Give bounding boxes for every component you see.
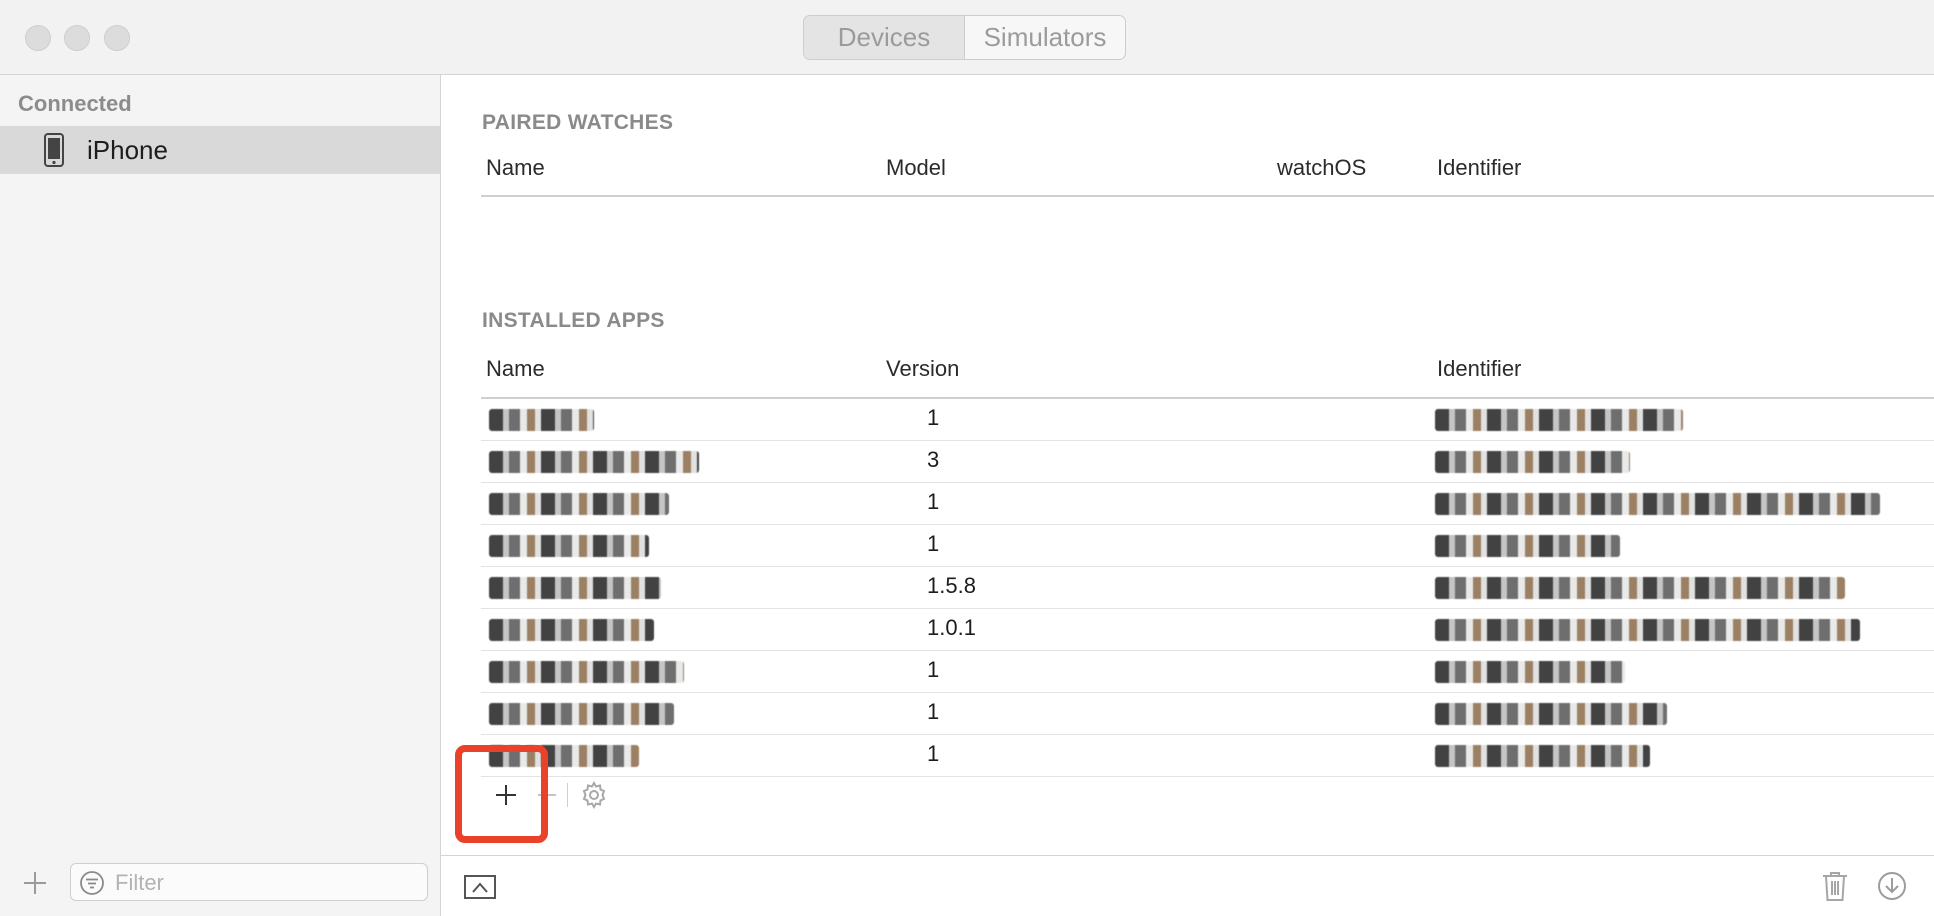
app-identifier-redacted — [1435, 451, 1630, 473]
app-identifier-redacted — [1435, 577, 1845, 599]
watches-col-model[interactable]: Model — [886, 155, 946, 181]
app-version: 1 — [927, 699, 940, 724]
app-identifier-redacted — [1435, 661, 1625, 683]
app-name-redacted — [489, 703, 674, 725]
filter-input[interactable] — [113, 866, 417, 900]
table-row[interactable]: 1 — [481, 525, 1934, 567]
tab-devices[interactable]: Devices — [804, 16, 965, 59]
table-row[interactable]: 1.5.8 — [481, 567, 1934, 609]
app-name-redacted — [489, 661, 684, 683]
toolbar-separator — [567, 783, 568, 807]
app-version: 1.0.1 — [927, 615, 976, 640]
app-name-redacted — [489, 577, 661, 599]
tab-simulators[interactable]: Simulators — [965, 16, 1125, 59]
device-filter-field — [70, 863, 428, 901]
app-settings-button[interactable] — [572, 775, 616, 815]
app-version: 1 — [927, 741, 940, 766]
app-identifier-redacted — [1435, 493, 1880, 515]
installed-apps-title: INSTALLED APPS — [482, 309, 665, 332]
minimize-window-button[interactable] — [64, 25, 90, 51]
gear-icon — [582, 781, 606, 809]
app-version: 3 — [927, 447, 940, 472]
table-row[interactable]: 1 — [481, 693, 1934, 735]
apps-col-name[interactable]: Name — [486, 356, 545, 382]
app-identifier-redacted — [1435, 619, 1860, 641]
table-row[interactable]: 1 — [481, 483, 1934, 525]
apps-col-version[interactable]: Version — [886, 356, 959, 382]
app-version: 1 — [927, 657, 940, 682]
app-name-redacted — [489, 409, 594, 431]
sidebar-item-label: iPhone — [87, 134, 168, 165]
table-row[interactable]: 1.0.1 — [481, 609, 1934, 651]
filter-icon — [80, 871, 104, 895]
app-version: 1 — [927, 531, 940, 556]
sidebar-section-connected: Connected — [18, 91, 132, 116]
app-version: 1.5.8 — [927, 573, 976, 598]
app-identifier-redacted — [1435, 409, 1683, 431]
zoom-window-button[interactable] — [104, 25, 130, 51]
device-detail-pane: PAIRED WATCHES Name Model watchOS Identi… — [441, 75, 1934, 855]
app-version: 1 — [927, 489, 940, 514]
app-name-redacted — [489, 451, 699, 473]
close-window-button[interactable] — [25, 25, 51, 51]
table-row[interactable]: 3 — [481, 441, 1934, 483]
app-identifier-redacted — [1435, 745, 1650, 767]
download-icon[interactable] — [1877, 871, 1907, 901]
watches-col-watchos[interactable]: watchOS — [1277, 155, 1366, 181]
app-identifier-redacted — [1435, 703, 1667, 725]
app-name-redacted — [489, 493, 669, 515]
add-device-icon[interactable] — [20, 868, 50, 898]
watches-col-name[interactable]: Name — [486, 155, 545, 181]
watches-col-identifier[interactable]: Identifier — [1437, 155, 1521, 181]
window-titlebar: Devices Simulators — [0, 0, 1934, 75]
apps-col-identifier[interactable]: Identifier — [1437, 356, 1521, 382]
devices-simulators-segmented-control: Devices Simulators — [803, 15, 1126, 60]
watches-header-divider — [481, 195, 1934, 197]
screenshot-icon[interactable] — [464, 873, 496, 901]
iphone-icon — [44, 133, 64, 167]
app-name-redacted — [489, 619, 654, 641]
table-row[interactable]: 1 — [481, 399, 1934, 441]
detail-bottom-bar — [441, 855, 1934, 916]
highlight-box — [455, 745, 548, 843]
table-row[interactable]: 1 — [481, 651, 1934, 693]
trash-icon[interactable] — [1821, 870, 1849, 902]
app-identifier-redacted — [1435, 535, 1620, 557]
app-version: 1 — [927, 405, 940, 430]
table-row[interactable]: 1 — [481, 735, 1934, 777]
sidebar-item-iphone[interactable]: iPhone — [0, 126, 440, 174]
paired-watches-title: PAIRED WATCHES — [482, 111, 674, 134]
device-sidebar: Connected iPhone — [0, 75, 441, 916]
app-name-redacted — [489, 535, 649, 557]
